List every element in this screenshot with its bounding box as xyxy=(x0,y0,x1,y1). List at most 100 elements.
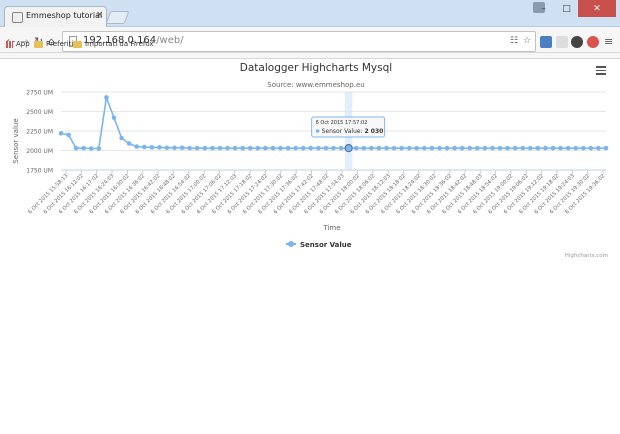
bookmark-folder-firefox[interactable]: Importati da Firefox xyxy=(73,40,154,48)
data-point[interactable] xyxy=(344,144,353,153)
minimize-button[interactable]: – xyxy=(532,0,555,17)
data-point[interactable] xyxy=(384,145,389,151)
data-point[interactable] xyxy=(452,145,457,151)
data-point[interactable] xyxy=(270,145,276,151)
data-point[interactable] xyxy=(210,145,215,151)
bookmark-apps[interactable]: App xyxy=(6,40,30,48)
legend-item-sensor-value[interactable]: Sensor Value xyxy=(300,241,352,249)
data-point[interactable] xyxy=(482,145,488,151)
data-point[interactable] xyxy=(96,146,102,151)
new-tab-button[interactable] xyxy=(105,11,130,24)
chart-subtitle: Source: www.emmeshop.eu xyxy=(267,81,364,89)
data-point[interactable] xyxy=(285,145,291,151)
data-point[interactable] xyxy=(573,145,579,151)
data-point[interactable] xyxy=(512,145,518,151)
y-tick-label: 1750 UM xyxy=(26,168,53,175)
data-point[interactable] xyxy=(300,145,306,151)
data-point[interactable] xyxy=(550,145,556,151)
data-point[interactable] xyxy=(588,145,594,151)
data-point[interactable] xyxy=(437,145,442,151)
bookmark-label: Importati da Firefox xyxy=(85,40,154,48)
data-point[interactable] xyxy=(88,146,94,151)
data-point[interactable] xyxy=(361,145,367,151)
tooltip-date: 6 Oct 2015 17:57:02 xyxy=(316,120,368,126)
data-point[interactable] xyxy=(603,145,609,151)
data-point[interactable] xyxy=(149,145,155,150)
x-axis: 6 Oct 2015 15:58:136 Oct 2015 16:12:026 … xyxy=(27,170,606,215)
tooltip-series-label: Sensor Value: 2 030 xyxy=(322,128,384,135)
data-point[interactable] xyxy=(104,95,109,100)
data-point[interactable] xyxy=(490,145,495,151)
page-content: Datalogger Highcharts Mysql Source: www.… xyxy=(0,52,620,434)
data-point[interactable] xyxy=(316,145,321,151)
data-point[interactable] xyxy=(429,145,435,151)
data-point[interactable] xyxy=(172,145,177,151)
maximize-button[interactable]: □ xyxy=(555,0,578,17)
data-point[interactable] xyxy=(111,115,117,121)
data-point[interactable] xyxy=(353,145,359,151)
legend: Sensor Value Highcharts.com xyxy=(286,241,608,259)
tab-title: Emmeshop tutorial xyxy=(26,11,103,20)
data-point[interactable] xyxy=(157,145,162,150)
data-point[interactable] xyxy=(459,145,465,151)
data-point[interactable] xyxy=(338,145,344,151)
data-point[interactable] xyxy=(497,145,503,151)
data-point[interactable] xyxy=(126,141,132,146)
y-tick-label: 2000 UM xyxy=(26,148,53,155)
data-point[interactable] xyxy=(164,145,170,151)
data-point[interactable] xyxy=(119,135,124,141)
data-point[interactable] xyxy=(406,145,412,151)
legend-marker-icon xyxy=(288,241,294,247)
data-point[interactable] xyxy=(134,144,139,149)
data-point[interactable] xyxy=(217,145,223,151)
data-point[interactable] xyxy=(66,132,71,138)
tab-close-icon[interactable]: × xyxy=(96,10,104,20)
data-point[interactable] xyxy=(225,145,230,151)
data-point[interactable] xyxy=(58,131,64,136)
tooltip-marker-icon xyxy=(315,129,320,133)
bookmarks-bar: App Preferiti Importati da Firefox xyxy=(0,38,620,52)
data-point[interactable] xyxy=(308,145,314,151)
data-point[interactable] xyxy=(505,145,510,151)
data-point[interactable] xyxy=(596,145,601,151)
data-point[interactable] xyxy=(543,145,548,151)
data-point[interactable] xyxy=(263,145,268,151)
data-point[interactable] xyxy=(194,145,200,151)
data-point[interactable] xyxy=(240,145,245,151)
data-point[interactable] xyxy=(202,145,208,151)
data-point[interactable] xyxy=(444,145,450,151)
data-point[interactable] xyxy=(391,145,397,151)
data-point[interactable] xyxy=(565,145,571,151)
data-point[interactable] xyxy=(475,145,480,151)
data-point[interactable] xyxy=(414,145,420,151)
data-point[interactable] xyxy=(81,145,87,151)
data-point[interactable] xyxy=(580,145,586,151)
data-point[interactable] xyxy=(422,145,427,151)
chart-credits[interactable]: Highcharts.com xyxy=(565,253,608,259)
data-point[interactable] xyxy=(255,145,261,151)
data-point[interactable] xyxy=(528,145,533,151)
data-point[interactable] xyxy=(179,145,185,151)
y-axis-label: Sensor value xyxy=(12,118,20,163)
data-point[interactable] xyxy=(141,144,147,150)
data-point[interactable] xyxy=(232,145,238,151)
data-point[interactable] xyxy=(331,145,336,151)
bookmark-folder-preferiti[interactable]: Preferiti xyxy=(34,40,73,48)
browser-tab[interactable]: Emmeshop tutorial × xyxy=(4,6,107,27)
folder-icon xyxy=(34,40,43,48)
data-point[interactable] xyxy=(558,145,563,151)
data-point[interactable] xyxy=(399,145,404,151)
data-point[interactable] xyxy=(535,145,541,151)
data-point[interactable] xyxy=(369,145,374,151)
close-window-button[interactable]: ✕ xyxy=(578,0,616,17)
data-point[interactable] xyxy=(467,145,473,151)
browser-titlebar: Emmeshop tutorial × – □ ✕ xyxy=(0,0,620,27)
data-point[interactable] xyxy=(323,145,329,151)
data-point[interactable] xyxy=(376,145,382,151)
data-point[interactable] xyxy=(278,145,283,151)
data-point[interactable] xyxy=(187,145,192,151)
data-point[interactable] xyxy=(73,145,79,151)
data-point[interactable] xyxy=(293,145,298,151)
data-point[interactable] xyxy=(247,145,253,151)
data-point[interactable] xyxy=(520,145,526,151)
